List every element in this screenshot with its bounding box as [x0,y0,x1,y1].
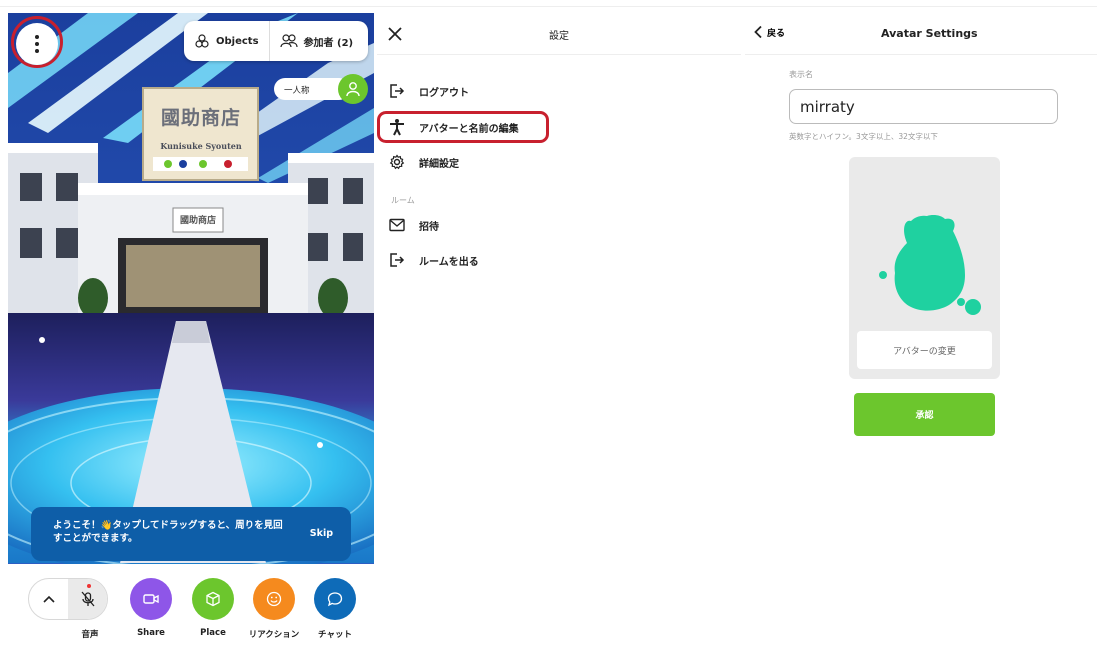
avatar-settings-header: 戻る Avatar Settings [745,13,1097,55]
smiley-icon [266,591,282,607]
mic-status-dot [87,584,91,588]
mail-icon [389,217,405,233]
expand-button[interactable] [29,579,68,619]
person-icon [389,119,405,136]
objects-button[interactable]: Objects [184,21,269,61]
settings-title: 設定 [549,31,569,42]
participants-button[interactable]: 参加者 (2) [270,21,364,61]
settings-header: 設定 [377,13,741,55]
store-sign: 國助商店 [160,107,241,129]
persona-toggle[interactable]: 一人称 [274,74,368,104]
store-sign-romaji: Kunisuke Syouten [160,141,242,151]
place-label: Place [200,628,226,638]
welcome-text: ようこそ！👋タップしてドラッグすると、周りを見回すことができます。 [53,520,283,544]
voice-control [28,578,108,620]
mic-muted-icon [81,591,94,607]
avatar-badge[interactable] [338,74,368,104]
reaction-button[interactable] [253,578,295,620]
menu-item-edit-avatar[interactable]: アバターと名前の編集 [389,112,719,142]
confirm-button[interactable]: 承認 [854,393,995,436]
cube-icon [206,591,220,607]
back-label: 戻る [767,28,786,39]
participants-icon [279,34,298,48]
avatar-preview-card: アバターの変更 [849,157,1000,379]
menu-item-advanced[interactable]: 詳細設定 [389,147,719,177]
menu-item-label: 招待 [419,221,439,233]
display-name-input[interactable] [789,89,1058,124]
menu-item-leave-room[interactable]: ルームを出る [389,245,719,275]
scene-view[interactable]: 國助商店 Kunisuke Syouten 國助商店 Objects 参加者 (… [8,13,374,648]
exit-icon [389,252,405,268]
objects-icon [195,34,209,48]
app-root: 國助商店 Kunisuke Syouten 國助商店 Objects 参加者 (… [0,0,1097,652]
top-divider [0,6,1097,7]
chat-bubble-icon [327,592,343,607]
avatar-settings-panel: 戻る Avatar Settings 表示名 英数字とハイフン。3文字以上、32… [745,13,1097,648]
menu-item-label: ルームを出る [419,256,479,268]
skip-button[interactable]: Skip [310,528,333,539]
display-name-label: 表示名 [789,70,813,79]
logout-icon [389,83,405,99]
chat-button[interactable] [314,578,356,620]
gear-icon [389,154,405,170]
voice-label: 音声 [81,630,99,640]
entrance-sign: 國助商店 [179,216,216,226]
menu-item-label: ログアウト [419,87,469,99]
place-button[interactable] [192,578,234,620]
menu-item-label: アバターと名前の編集 [419,123,519,135]
change-avatar-button[interactable]: アバターの変更 [857,331,992,369]
back-button[interactable]: 戻る [753,25,785,39]
menu-item-label: 詳細設定 [419,158,459,170]
kebab-menu-icon [35,35,39,53]
settings-panel: 設定 ログアウト アバターと名前の編集 詳細設定 ルーム 招待 ルームを出る [377,13,741,648]
display-name-hint: 英数字とハイフン。3文字以上、32文字以下 [789,132,938,141]
menu-item-logout[interactable]: ログアウト [389,76,719,106]
avatar-settings-title: Avatar Settings [881,27,978,40]
mic-toggle-button[interactable] [68,579,107,619]
menu-item-invite[interactable]: 招待 [389,210,719,240]
share-button[interactable] [130,578,172,620]
section-room-heading: ルーム [391,196,415,205]
video-camera-icon [143,594,159,604]
objects-label: Objects [216,35,259,47]
share-label: Share [137,628,165,638]
avatar-blob-image [879,215,981,315]
welcome-toast: ようこそ！👋タップしてドラッグすると、周りを見回すことができます。 Skip [31,507,351,561]
menu-button[interactable] [16,23,58,65]
bottom-toolbar: 音声 Share Place リアクション チャット [8,564,374,648]
participants-label: 参加者 (2) [303,37,354,49]
scene-top-bar: Objects 参加者 (2) [184,21,368,61]
reaction-label: リアクション [248,630,300,640]
user-icon [346,82,360,97]
chat-label: チャット [318,630,352,640]
chevron-left-icon [754,25,762,39]
chevron-up-icon [42,595,55,603]
